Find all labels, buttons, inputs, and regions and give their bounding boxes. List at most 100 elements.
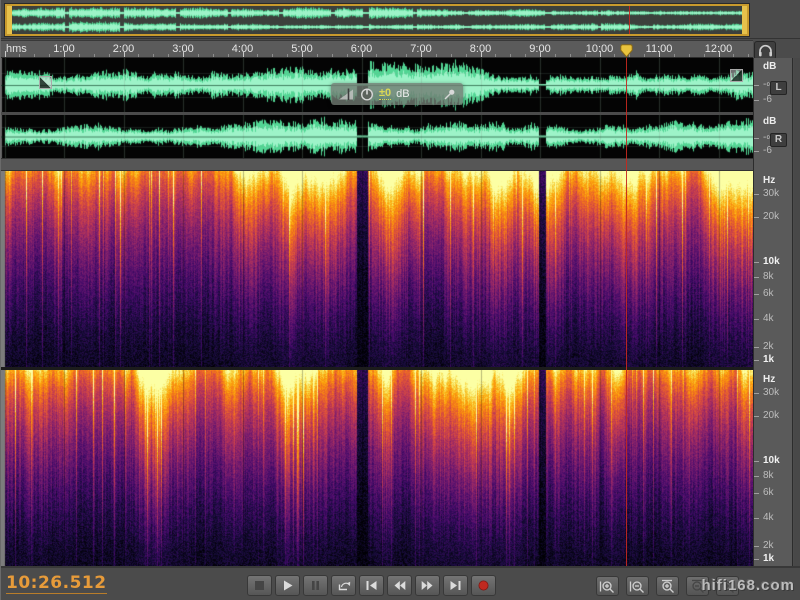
zoom-in-vertical-button[interactable]	[656, 576, 679, 596]
ruler-tick	[555, 54, 556, 57]
playhead-time-display[interactable]: 10:26.512	[6, 573, 107, 594]
ruler-tick	[481, 51, 482, 57]
ruler-tick	[257, 54, 258, 57]
freq-tick-6k: 6k	[763, 288, 774, 299]
freq-tick-8k: 8k	[763, 470, 774, 481]
ruler-tick	[754, 277, 759, 278]
ruler-tick	[138, 54, 139, 57]
loop-playback-button[interactable]	[331, 575, 356, 596]
overview-playhead-line	[629, 6, 630, 34]
ruler-tick	[272, 54, 273, 57]
ruler-tick	[317, 54, 318, 57]
zoom-out-horizontal-button[interactable]	[626, 576, 649, 596]
ruler-tick	[109, 54, 110, 57]
audio-editor-window: hms 1:002:003:004:005:006:007:008:009:00…	[0, 0, 800, 600]
ruler-tick	[5, 51, 6, 57]
ruler-tick	[614, 54, 615, 57]
freq-tick-2k: 2k	[763, 540, 774, 551]
pause-button	[303, 575, 328, 596]
ruler-tick	[754, 476, 759, 477]
channel-button-l[interactable]: L	[770, 81, 787, 95]
waveform-spectral-splitter[interactable]	[1, 158, 753, 171]
ruler-tick	[213, 54, 214, 57]
right-edge	[794, 58, 800, 566]
ruler-tick	[754, 100, 759, 101]
ruler-tick	[406, 54, 407, 57]
spectrogram-canvas-left[interactable]	[1, 171, 753, 367]
skip-to-end-button[interactable]	[443, 575, 468, 596]
ruler-tick	[421, 51, 422, 57]
ruler-tick	[168, 54, 169, 57]
pin-icon[interactable]	[443, 88, 456, 101]
ruler-tick	[243, 51, 244, 57]
ruler-tick	[754, 347, 759, 348]
ruler-tick	[754, 493, 759, 494]
fade-in-handle[interactable]	[39, 76, 52, 89]
ruler-tick	[754, 138, 759, 139]
freq-tick-2k: 2k	[763, 341, 774, 352]
overview-range-bar[interactable]	[5, 4, 749, 36]
freq-tick-30k: 30k	[763, 386, 779, 397]
ruler-tick	[153, 54, 154, 57]
db-tick-r: dB	[763, 116, 776, 127]
ruler-tick	[754, 151, 759, 152]
ruler-tick	[198, 54, 199, 57]
timeline-ruler[interactable]: hms 1:002:003:004:005:006:007:008:009:00…	[1, 40, 753, 58]
ruler-tick	[754, 360, 759, 361]
ruler-tick	[570, 54, 571, 57]
ruler-tick	[754, 393, 759, 394]
freq-tick-6k: 6k	[763, 487, 774, 498]
play-button[interactable]	[275, 575, 300, 596]
waveform-canvas-right[interactable]	[1, 115, 753, 158]
ruler-tick	[754, 559, 759, 560]
db-tick-l: -6	[763, 94, 772, 105]
ruler-tick	[540, 51, 541, 57]
overview-right-handle[interactable]	[742, 6, 747, 34]
volume-hud[interactable]: ±0 dB	[331, 83, 463, 105]
spectrogram-canvas-right[interactable]	[1, 370, 753, 566]
ruler-tick	[332, 54, 333, 57]
freq-tick-1k: 1k	[763, 353, 774, 364]
record-button[interactable]	[471, 575, 496, 596]
channel-button-r[interactable]: R	[770, 133, 787, 147]
freq-tick-30k: 30k	[763, 187, 779, 198]
freq-unit-label: Hz	[763, 374, 775, 385]
ruler-tick	[124, 51, 125, 57]
watermark-text: hifi168.com	[701, 577, 795, 594]
knob-icon[interactable]	[360, 87, 374, 101]
skip-to-start-button[interactable]	[359, 575, 384, 596]
time-format-label: hms	[6, 43, 27, 55]
gain-value[interactable]: ±0	[379, 88, 391, 100]
divider-line	[1, 38, 800, 39]
playhead-marker[interactable]	[620, 44, 633, 58]
fast-forward-button[interactable]	[415, 575, 440, 596]
ruler-tick	[495, 54, 496, 57]
overview-waveform-canvas[interactable]	[7, 6, 747, 34]
ruler-tick	[287, 54, 288, 57]
rewind-button[interactable]	[387, 575, 412, 596]
playhead-line	[626, 58, 627, 566]
ruler-tick	[754, 194, 759, 195]
freq-tick-4k: 4k	[763, 313, 774, 324]
ruler-tick	[391, 54, 392, 57]
ruler-tick	[754, 518, 759, 519]
ruler-tick	[362, 51, 363, 57]
ruler-tick	[704, 54, 705, 57]
ruler-tick	[754, 217, 759, 218]
fade-out-handle[interactable]	[730, 69, 743, 82]
ruler-tick	[659, 51, 660, 57]
ruler-tick	[754, 546, 759, 547]
vertical-ruler: dB-∞-6LdB-∞-6RHz30k20k10k8k6k4k2k1kHz30k…	[753, 58, 793, 566]
ruler-tick	[302, 51, 303, 57]
freq-tick-8k: 8k	[763, 271, 774, 282]
ruler-tick	[525, 54, 526, 57]
ruler-tick	[733, 54, 734, 57]
ruler-tick	[754, 461, 759, 462]
fader-icon	[338, 87, 355, 101]
gain-unit-label: dB	[396, 88, 409, 100]
ruler-tick	[49, 54, 50, 57]
freq-tick-10k: 10k	[763, 255, 780, 266]
zoom-in-horizontal-button[interactable]	[596, 576, 619, 596]
overview-left-handle[interactable]	[7, 6, 12, 34]
headphones-icon	[758, 44, 773, 57]
